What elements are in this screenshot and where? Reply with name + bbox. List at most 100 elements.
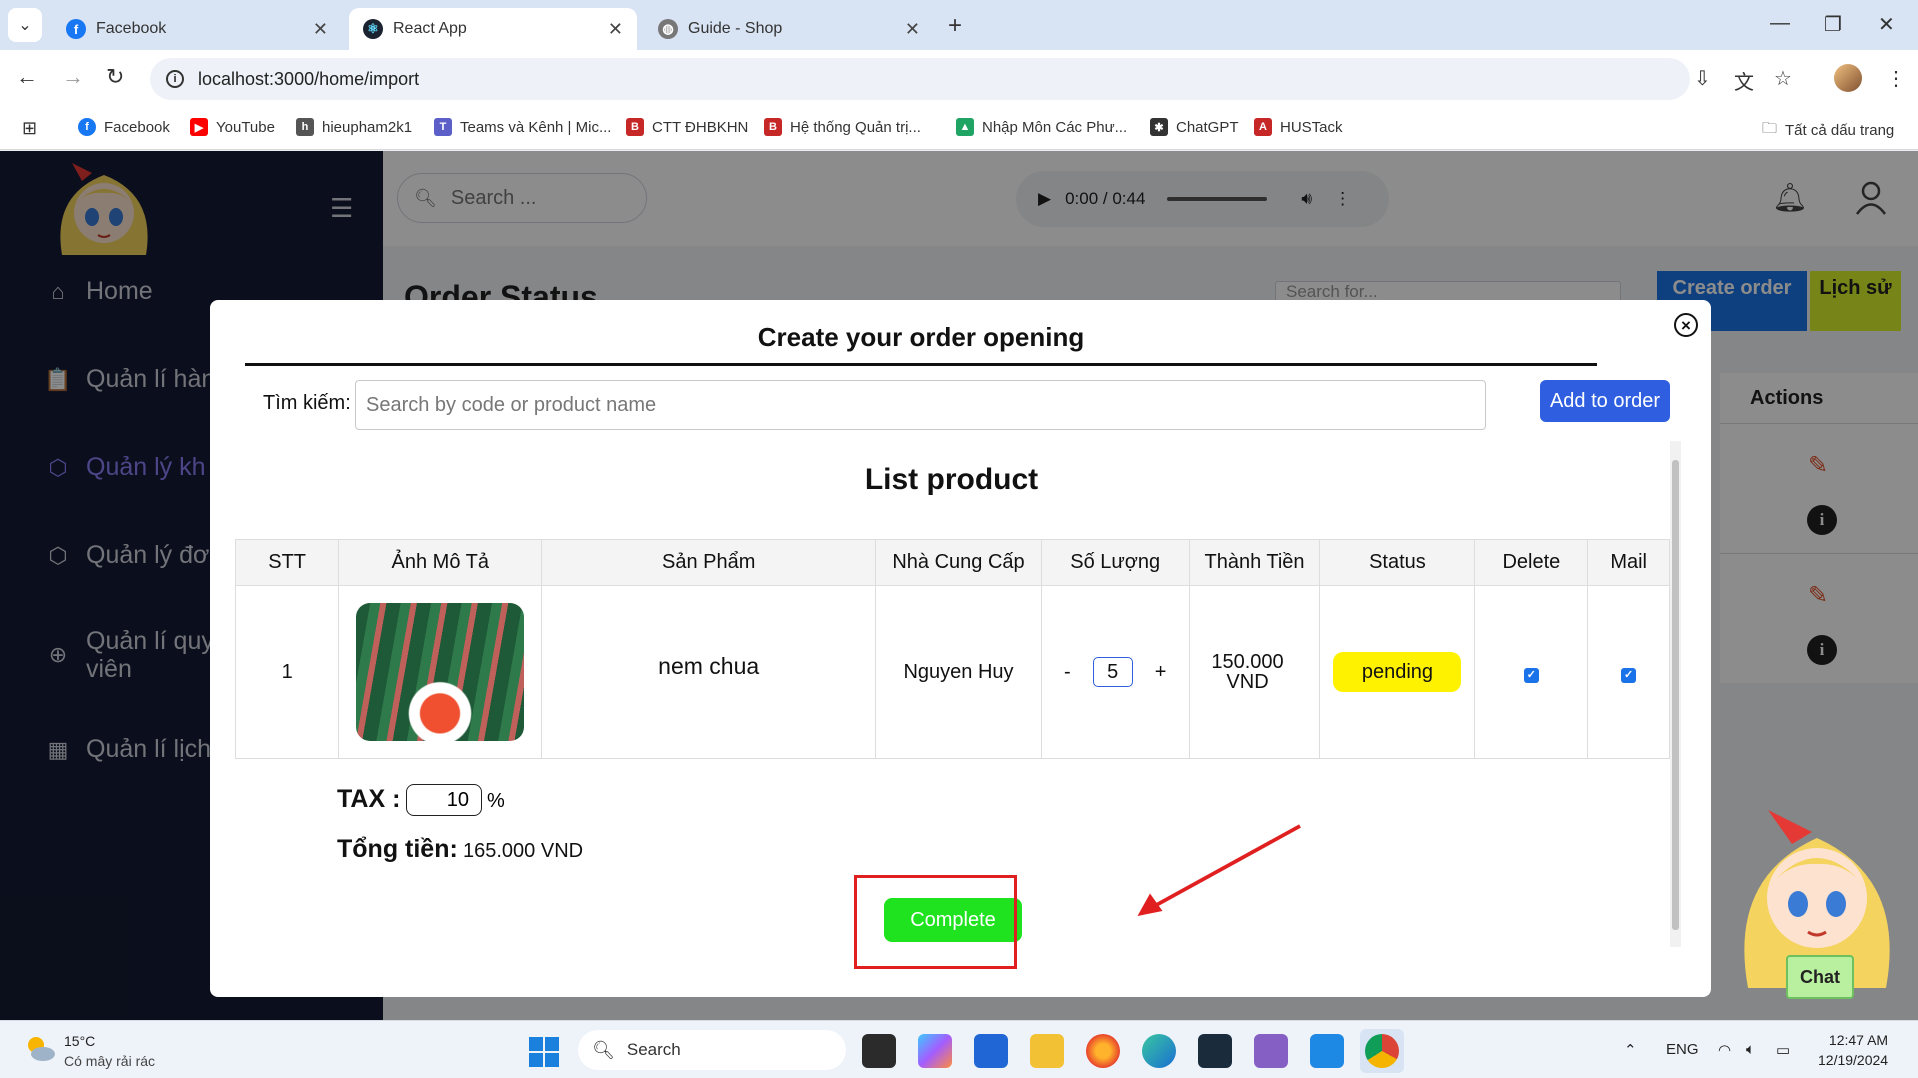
taskbar-search-label: Search — [626, 1040, 681, 1059]
taskbar-search[interactable]: 🔍︎ Search — [578, 1030, 846, 1070]
close-icon[interactable]: ✕ — [313, 19, 328, 40]
bookmark-he-thong[interactable]: B Hệ thống Quản trị... — [764, 118, 921, 136]
price-currency: VND — [1226, 671, 1269, 693]
bookmark-youtube[interactable]: ▶ YouTube — [190, 118, 275, 136]
increase-quantity-button[interactable]: + — [1155, 661, 1167, 684]
new-tab-icon[interactable]: + — [948, 12, 962, 40]
product-table: STT Ảnh Mô Tả Sản Phẩm Nhà Cung Cấp Số L… — [234, 539, 1670, 759]
clock[interactable]: 12:47 AM 12/19/2024 — [1818, 1030, 1888, 1070]
add-to-order-button[interactable]: Add to order — [1540, 380, 1670, 422]
quantity-cell: - 5 + — [1040, 585, 1190, 759]
list-title: List product — [864, 463, 1039, 496]
column-header: Nhà Cung Cấp — [875, 539, 1042, 586]
hust-icon: B — [764, 118, 782, 136]
translate-icon[interactable]: 文 — [1734, 66, 1754, 95]
close-modal-icon[interactable]: × — [1674, 313, 1698, 337]
firefox-icon[interactable] — [1086, 1034, 1120, 1068]
back-icon[interactable]: ← — [16, 64, 38, 90]
chrome-taskbar-button[interactable] — [1360, 1029, 1404, 1073]
profile-avatar[interactable] — [1834, 64, 1862, 92]
site-info-icon[interactable]: i — [166, 70, 184, 88]
row-index: 1 — [234, 585, 340, 759]
bookmark-nhap-mon[interactable]: ▲ Nhập Môn Các Phư... — [956, 118, 1127, 136]
bookmark-label: Nhập Môn Các Phư... — [982, 118, 1128, 136]
bookmark-label: hieupham2k1 — [322, 118, 413, 136]
address-bar: ← → ↻ i localhost:3000/home/import ⇩ 文 ☆… — [0, 50, 1918, 108]
quantity-stepper: - 5 + — [1064, 657, 1166, 687]
more-menu-icon[interactable]: ⋮ — [1886, 66, 1906, 91]
clock-date: 12/19/2024 — [1818, 1052, 1889, 1068]
quantity-input[interactable]: 5 — [1092, 657, 1133, 687]
mail-checkbox[interactable]: ✓ — [1621, 667, 1637, 683]
window-close-icon[interactable]: ✕ — [1878, 12, 1895, 37]
tab-title: Guide - Shop — [688, 20, 783, 37]
bookmark-label: Hệ thống Quản trị... — [790, 118, 921, 136]
annotation-arrow — [1137, 824, 1301, 916]
reload-icon[interactable]: ↻ — [106, 64, 124, 90]
tab-guide-shop[interactable]: ◍ Guide - Shop ✕ — [644, 8, 934, 50]
close-icon[interactable]: ✕ — [608, 19, 623, 40]
language-indicator[interactable]: ENG — [1666, 1041, 1699, 1058]
column-header: Số Lượng — [1040, 539, 1190, 586]
apps-grid-icon[interactable]: ⊞ — [22, 118, 37, 139]
vscode-icon[interactable] — [1310, 1034, 1344, 1068]
supplier-name: Nguyen Huy — [875, 585, 1042, 759]
install-app-icon[interactable]: ⇩ — [1694, 66, 1711, 91]
product-search-placeholder: Search by code or product name — [366, 393, 657, 416]
search-icon: 🔍︎ — [592, 1039, 615, 1060]
volume-icon[interactable]: 🔈︎ — [1746, 1041, 1755, 1058]
tax-label: TAX : — [337, 785, 401, 813]
edge-icon[interactable] — [1142, 1034, 1176, 1068]
bookmark-teams[interactable]: T Teams và Kênh | Mic... — [434, 118, 611, 136]
column-header: Mail — [1587, 539, 1670, 586]
weather-description: Có mây rải rác — [64, 1053, 156, 1069]
facebook-icon: f — [66, 19, 86, 39]
weather-temperature: 15°C — [64, 1033, 96, 1049]
product-name: nem chua — [541, 585, 877, 759]
wifi-icon[interactable]: ◠ — [1718, 1041, 1731, 1059]
tab-react-app[interactable]: ⚛ React App ✕ — [349, 8, 637, 50]
decrease-quantity-button[interactable]: - — [1064, 661, 1071, 684]
minimize-icon[interactable]: — — [1770, 12, 1790, 35]
tab-facebook[interactable]: f Facebook ✕ — [52, 8, 342, 50]
windows-start-icon[interactable] — [529, 1037, 559, 1067]
terminal-app-icon[interactable] — [1198, 1034, 1232, 1068]
product-image-cell — [338, 585, 543, 759]
browser-tab-strip: ⌄ f Facebook ✕ ⚛ React App ✕ ◍ Guide - S… — [0, 0, 1918, 50]
bookmark-hieupham2k1[interactable]: h hieupham2k1 — [296, 118, 412, 136]
modal-title: Create your order opening — [245, 322, 1597, 366]
search-label: Tìm kiếm: — [263, 392, 351, 414]
delete-checkbox[interactable]: ✓ — [1523, 667, 1539, 683]
visual-studio-icon[interactable] — [1254, 1034, 1288, 1068]
url-bar[interactable]: i localhost:3000/home/import — [150, 58, 1690, 100]
column-header: Delete — [1474, 539, 1589, 586]
bookmark-chatgpt[interactable]: ✱ ChatGPT — [1150, 118, 1239, 136]
hustack-icon: A — [1254, 118, 1272, 136]
product-search-input[interactable]: Search by code or product name — [355, 380, 1486, 430]
bookmark-star-icon[interactable]: ☆ — [1774, 66, 1792, 91]
forward-icon[interactable]: → — [62, 64, 84, 90]
column-header: Sản Phẩm — [541, 539, 877, 586]
bookmark-facebook[interactable]: f Facebook — [78, 118, 170, 136]
column-header: Ảnh Mô Tả — [338, 539, 543, 586]
column-header: Status — [1319, 539, 1476, 586]
tab-search-icon[interactable]: ⌄ — [8, 8, 42, 42]
maximize-icon[interactable]: ❐ — [1824, 12, 1842, 37]
modal-scrollbar-thumb[interactable] — [1672, 460, 1679, 930]
tray-overflow-icon[interactable]: ⌃ — [1624, 1041, 1637, 1059]
microsoft-store-icon[interactable] — [974, 1034, 1008, 1068]
bookmark-label: ChatGPT — [1176, 118, 1239, 136]
file-explorer-icon[interactable] — [1030, 1034, 1064, 1068]
battery-icon[interactable]: ▭ — [1776, 1041, 1790, 1059]
copilot-icon[interactable] — [918, 1034, 952, 1068]
close-icon[interactable]: ✕ — [905, 19, 920, 40]
bookmark-label: Teams và Kênh | Mic... — [460, 118, 612, 136]
task-view-icon[interactable] — [862, 1034, 896, 1068]
bookmark-ctt[interactable]: B CTT ĐHBKHN — [626, 118, 748, 136]
weather-cloud-icon[interactable] — [24, 1035, 56, 1063]
tax-input[interactable]: 10 — [406, 784, 482, 816]
all-bookmarks[interactable]: 🗀 Tất cả dấu trang — [1762, 118, 1894, 143]
status-badge[interactable]: pending — [1333, 652, 1462, 692]
chat-button[interactable]: Chat — [1786, 955, 1854, 999]
bookmark-hustack[interactable]: A HUSTack — [1254, 118, 1343, 136]
